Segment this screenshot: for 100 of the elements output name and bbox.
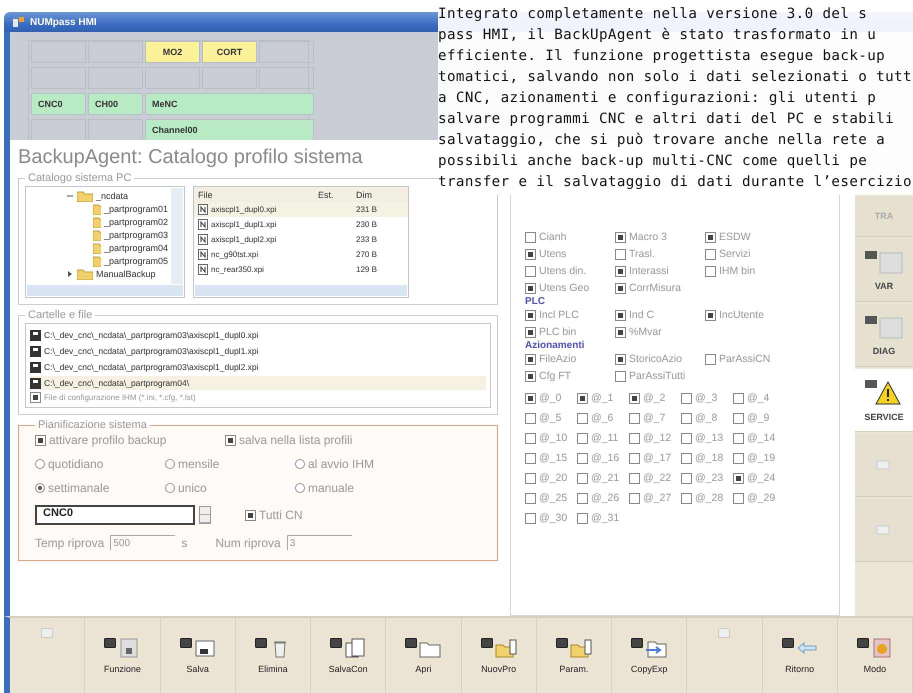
- checkbox[interactable]: [705, 354, 716, 364]
- checkbox[interactable]: [35, 434, 46, 446]
- checkbox[interactable]: [629, 472, 640, 484]
- checkbox[interactable]: [629, 412, 640, 424]
- softkey-button[interactable]: Ritorno: [762, 618, 838, 693]
- checkbox[interactable]: [525, 512, 536, 524]
- softkey-button[interactable]: CopyExp: [612, 618, 688, 693]
- checkbox[interactable]: [681, 472, 692, 484]
- checkbox[interactable]: [525, 282, 536, 294]
- checkbox[interactable]: [629, 432, 640, 444]
- checkbox[interactable]: [525, 432, 536, 444]
- softkey-button[interactable]: Funzione: [85, 618, 160, 693]
- side-tab[interactable]: DIAG: [855, 304, 913, 367]
- path-row[interactable]: C:\_dev_cnc\_ncdata\_partprogram03\axiscpl1_dupl1.xpi: [30, 344, 486, 358]
- checkbox[interactable]: [577, 432, 588, 444]
- path-row[interactable]: C:\_dev_cnc\_ncdata\_partprogram03\axiscpl1_dupl0.xpi: [30, 328, 486, 342]
- checkbox[interactable]: [525, 248, 536, 260]
- checkbox[interactable]: [525, 370, 536, 382]
- checkbox[interactable]: [733, 492, 744, 504]
- scrollbar[interactable]: [195, 285, 407, 296]
- column-header[interactable]: Est.: [318, 190, 356, 200]
- path-row[interactable]: C:\_dev_cnc\_ncdata\_partprogram03\axiscpl1_dupl2.xpi: [30, 360, 486, 374]
- checkbox[interactable]: [733, 392, 744, 404]
- checkbox[interactable]: [705, 232, 716, 242]
- file-row[interactable]: axiscpl1_dupl0.xpi 231 B: [194, 202, 408, 217]
- checkbox[interactable]: [629, 452, 640, 464]
- checkbox[interactable]: [681, 412, 692, 424]
- column-header[interactable]: Dim: [356, 190, 400, 200]
- checkbox[interactable]: [681, 452, 692, 464]
- checkbox[interactable]: [525, 326, 536, 338]
- softkey-button[interactable]: Apri: [386, 618, 462, 693]
- tree-item[interactable]: _partprogram01: [104, 204, 168, 214]
- side-tab[interactable]: VAR: [855, 239, 913, 302]
- tree-item[interactable]: ManualBackup: [96, 268, 156, 278]
- checkbox[interactable]: [615, 282, 626, 294]
- softkey-button[interactable]: NuovPro: [462, 618, 537, 693]
- checkbox[interactable]: [705, 310, 716, 320]
- checkbox[interactable]: [629, 492, 640, 504]
- tree-item[interactable]: _partprogram02: [104, 216, 168, 226]
- file-row[interactable]: nc_rear350.xpi 129 B: [194, 262, 408, 277]
- checkbox[interactable]: [525, 392, 536, 404]
- softkey-button[interactable]: SalvaCon: [311, 618, 386, 693]
- checkbox[interactable]: [225, 434, 236, 446]
- checkbox[interactable]: [733, 412, 744, 424]
- checkbox[interactable]: [733, 472, 744, 484]
- checkbox[interactable]: [245, 510, 256, 520]
- checkbox[interactable]: [615, 232, 626, 242]
- checkbox[interactable]: [577, 392, 588, 404]
- checkbox[interactable]: [615, 354, 626, 364]
- checkbox[interactable]: [525, 492, 536, 504]
- checkbox[interactable]: [615, 266, 626, 276]
- path-row[interactable]: C:\_dev_cnc\_ncdata\_partprogram04\: [30, 376, 486, 390]
- tree-item[interactable]: _ncdata: [96, 190, 128, 200]
- checkbox[interactable]: [615, 248, 626, 260]
- checkbox[interactable]: [525, 412, 536, 424]
- checkbox[interactable]: [525, 232, 536, 242]
- checkbox[interactable]: [615, 326, 626, 338]
- spin-button[interactable]: [199, 506, 211, 524]
- checkbox[interactable]: [615, 370, 626, 382]
- radio-button[interactable]: [35, 483, 45, 493]
- radio-button[interactable]: [165, 459, 175, 469]
- checkbox[interactable]: [30, 392, 41, 403]
- checkbox[interactable]: [629, 392, 640, 404]
- softkey-button[interactable]: Elimina: [236, 618, 311, 693]
- checkbox[interactable]: [525, 354, 536, 364]
- softkey-button[interactable]: Modo: [838, 618, 913, 693]
- checkbox[interactable]: [577, 492, 588, 504]
- checkbox[interactable]: [577, 412, 588, 424]
- expander-icon[interactable]: [66, 270, 74, 278]
- scrollbar[interactable]: [171, 188, 183, 284]
- radio-button[interactable]: [35, 459, 45, 469]
- radio-button[interactable]: [295, 483, 305, 493]
- file-row[interactable]: axiscpl1_dupl1.xpi 230 B: [194, 217, 408, 232]
- checkbox[interactable]: [525, 310, 536, 320]
- checkbox[interactable]: [733, 452, 744, 464]
- tree-item[interactable]: _partprogram03: [104, 230, 168, 240]
- tree-item[interactable]: _partprogram05: [104, 256, 168, 266]
- checkbox[interactable]: [733, 432, 744, 444]
- checkbox[interactable]: [705, 266, 716, 276]
- side-tab[interactable]: SERVICE: [855, 369, 913, 432]
- checkbox[interactable]: [577, 512, 588, 524]
- checkbox[interactable]: [615, 310, 626, 320]
- softkey-button[interactable]: Salva: [160, 618, 236, 693]
- radio-button[interactable]: [165, 483, 175, 493]
- column-header[interactable]: File: [198, 190, 318, 200]
- checkbox[interactable]: [577, 452, 588, 464]
- file-row[interactable]: axiscpl1_dupl2.xpi 233 B: [194, 232, 408, 247]
- checkbox[interactable]: [525, 472, 536, 484]
- checkbox[interactable]: [705, 248, 716, 260]
- checkbox[interactable]: [525, 266, 536, 276]
- scrollbar[interactable]: [27, 285, 183, 296]
- checkbox[interactable]: [577, 472, 588, 484]
- file-row[interactable]: nc_g90tst.xpi 270 B: [194, 247, 408, 262]
- radio-button[interactable]: [295, 459, 305, 469]
- softkey-button[interactable]: Param.: [536, 618, 612, 693]
- checkbox[interactable]: [681, 392, 692, 404]
- cn-dropdown[interactable]: CNC0: [35, 505, 195, 525]
- tree-item[interactable]: _partprogram04: [104, 242, 168, 252]
- checkbox[interactable]: [681, 492, 692, 504]
- checkbox[interactable]: [525, 452, 536, 464]
